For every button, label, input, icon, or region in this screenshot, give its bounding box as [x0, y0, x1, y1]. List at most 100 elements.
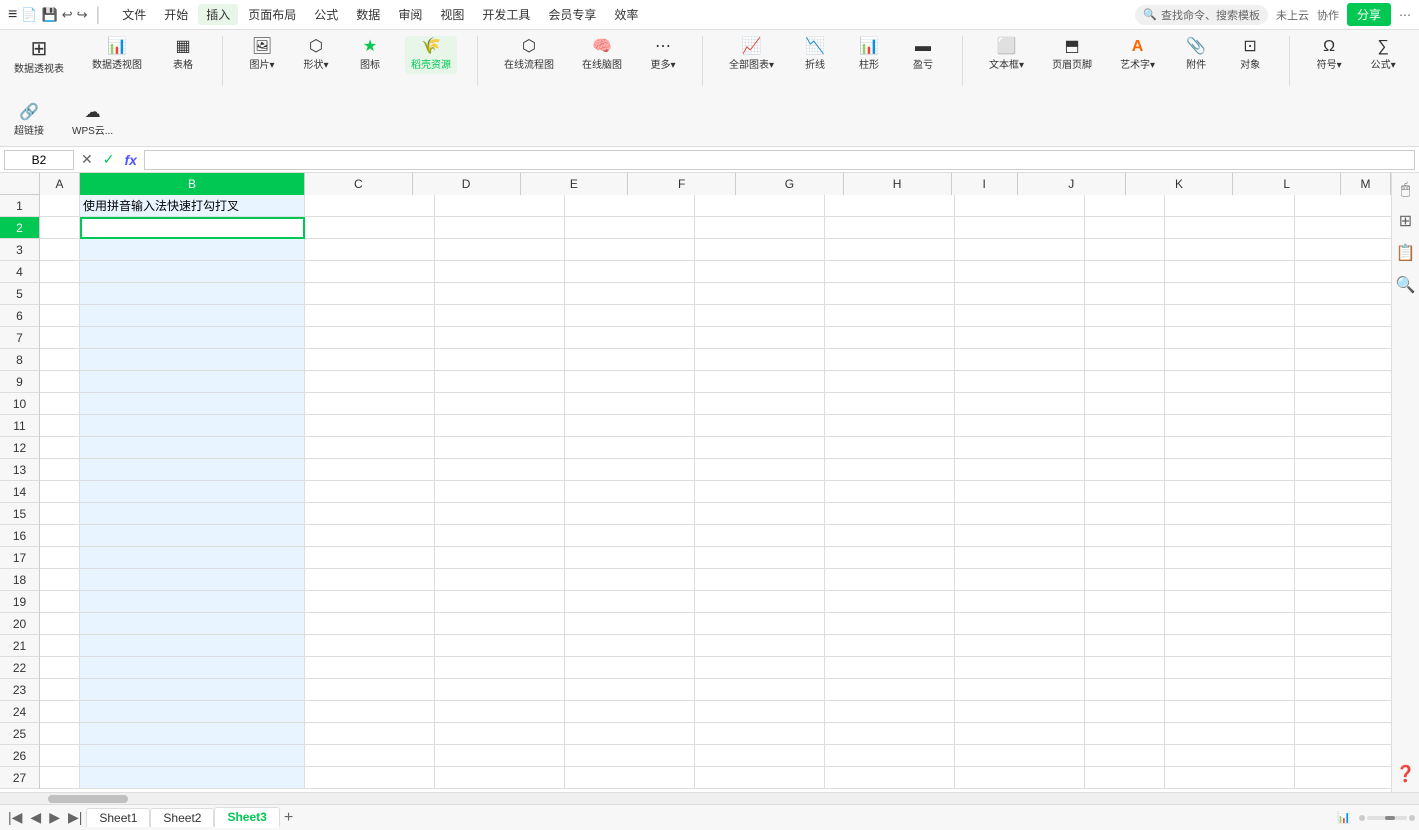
cell-F5[interactable]	[695, 283, 825, 305]
cell-A14[interactable]	[40, 481, 80, 503]
cell-I4[interactable]	[1085, 261, 1165, 283]
cell-A7[interactable]	[40, 327, 80, 349]
cell-H17[interactable]	[955, 547, 1085, 569]
cell-B12[interactable]	[80, 437, 305, 459]
col-header-B[interactable]: B	[80, 173, 305, 195]
cell-E10[interactable]	[565, 393, 695, 415]
row-num-12[interactable]: 12	[0, 437, 39, 459]
menu-formula[interactable]: 公式	[306, 4, 346, 25]
cell-E2[interactable]	[565, 217, 695, 239]
collaborate-label[interactable]: 协作	[1317, 7, 1339, 23]
cell-F17[interactable]	[695, 547, 825, 569]
cell-H26[interactable]	[955, 745, 1085, 767]
cell-E7[interactable]	[565, 327, 695, 349]
cell-J11[interactable]	[1165, 415, 1295, 437]
cell-J4[interactable]	[1165, 261, 1295, 283]
cell-G6[interactable]	[825, 305, 955, 327]
cell-J27[interactable]	[1165, 767, 1295, 789]
cell-D24[interactable]	[435, 701, 565, 723]
cell-C3[interactable]	[305, 239, 435, 261]
cell-D17[interactable]	[435, 547, 565, 569]
cell-D15[interactable]	[435, 503, 565, 525]
cell-C5[interactable]	[305, 283, 435, 305]
cell-E4[interactable]	[565, 261, 695, 283]
cell-B13[interactable]	[80, 459, 305, 481]
cell-B1[interactable]: 使用拼音输入法快速打勾打叉	[80, 195, 305, 217]
cell-H10[interactable]	[955, 393, 1085, 415]
ribbon-btn-more[interactable]: ⋯ 更多▾	[644, 36, 682, 74]
cell-I14[interactable]	[1085, 481, 1165, 503]
cell-E3[interactable]	[565, 239, 695, 261]
cell-B2[interactable]	[80, 217, 305, 239]
sidebar-help-icon[interactable]: ❓	[1396, 764, 1416, 784]
cell-B14[interactable]	[80, 481, 305, 503]
cell-E9[interactable]	[565, 371, 695, 393]
row-num-8[interactable]: 8	[0, 349, 39, 371]
cell-A15[interactable]	[40, 503, 80, 525]
cell-K19[interactable]	[1295, 591, 1391, 613]
cell-B18[interactable]	[80, 569, 305, 591]
cell-K25[interactable]	[1295, 723, 1391, 745]
cell-F7[interactable]	[695, 327, 825, 349]
cell-G14[interactable]	[825, 481, 955, 503]
sheet-tab-2[interactable]: Sheet2	[150, 808, 214, 827]
cell-F8[interactable]	[695, 349, 825, 371]
sheet-tab-3[interactable]: Sheet3	[214, 807, 279, 828]
ribbon-btn-object[interactable]: ⊡ 对象	[1231, 36, 1269, 74]
cell-E15[interactable]	[565, 503, 695, 525]
cell-G20[interactable]	[825, 613, 955, 635]
cell-C21[interactable]	[305, 635, 435, 657]
cell-C26[interactable]	[305, 745, 435, 767]
cell-K26[interactable]	[1295, 745, 1391, 767]
row-num-27[interactable]: 27	[0, 767, 39, 789]
cell-C25[interactable]	[305, 723, 435, 745]
cell-D4[interactable]	[435, 261, 565, 283]
row-num-11[interactable]: 11	[0, 415, 39, 437]
cell-B9[interactable]	[80, 371, 305, 393]
ribbon-btn-pivot-chart[interactable]: 📊 数据透视图	[86, 36, 148, 74]
cell-D16[interactable]	[435, 525, 565, 547]
cell-B10[interactable]	[80, 393, 305, 415]
cell-D5[interactable]	[435, 283, 565, 305]
cell-H15[interactable]	[955, 503, 1085, 525]
cell-E19[interactable]	[565, 591, 695, 613]
row-num-25[interactable]: 25	[0, 723, 39, 745]
row-num-24[interactable]: 24	[0, 701, 39, 723]
col-header-F[interactable]: F	[628, 173, 736, 195]
sheet-nav-next[interactable]: ▶	[45, 809, 64, 826]
cell-F22[interactable]	[695, 657, 825, 679]
redo-icon[interactable]: ↪	[77, 7, 88, 23]
ribbon-btn-daoke[interactable]: 🌾 稻壳资源	[405, 36, 457, 74]
save-icon[interactable]: 💾	[42, 7, 58, 23]
ribbon-btn-bar[interactable]: 📊 柱形	[850, 36, 888, 74]
cell-A9[interactable]	[40, 371, 80, 393]
cell-G24[interactable]	[825, 701, 955, 723]
cell-J24[interactable]	[1165, 701, 1295, 723]
cell-A19[interactable]	[40, 591, 80, 613]
cell-F26[interactable]	[695, 745, 825, 767]
cell-K12[interactable]	[1295, 437, 1391, 459]
col-header-A[interactable]: A	[40, 173, 80, 195]
cell-C1[interactable]	[305, 195, 435, 217]
ribbon-btn-line[interactable]: 📉 折线	[796, 36, 834, 74]
cell-D1[interactable]	[435, 195, 565, 217]
col-header-M[interactable]: M	[1341, 173, 1391, 195]
row-num-15[interactable]: 15	[0, 503, 39, 525]
cell-F19[interactable]	[695, 591, 825, 613]
cell-A11[interactable]	[40, 415, 80, 437]
cell-H4[interactable]	[955, 261, 1085, 283]
cell-D18[interactable]	[435, 569, 565, 591]
cell-K9[interactable]	[1295, 371, 1391, 393]
cell-A2[interactable]	[40, 217, 80, 239]
sidebar-clipboard-icon[interactable]: 📋	[1396, 243, 1416, 263]
cell-I13[interactable]	[1085, 459, 1165, 481]
cell-J16[interactable]	[1165, 525, 1295, 547]
cell-I18[interactable]	[1085, 569, 1165, 591]
cell-C23[interactable]	[305, 679, 435, 701]
cell-J3[interactable]	[1165, 239, 1295, 261]
cell-J6[interactable]	[1165, 305, 1295, 327]
cell-J8[interactable]	[1165, 349, 1295, 371]
cell-H11[interactable]	[955, 415, 1085, 437]
cell-A8[interactable]	[40, 349, 80, 371]
cell-C6[interactable]	[305, 305, 435, 327]
